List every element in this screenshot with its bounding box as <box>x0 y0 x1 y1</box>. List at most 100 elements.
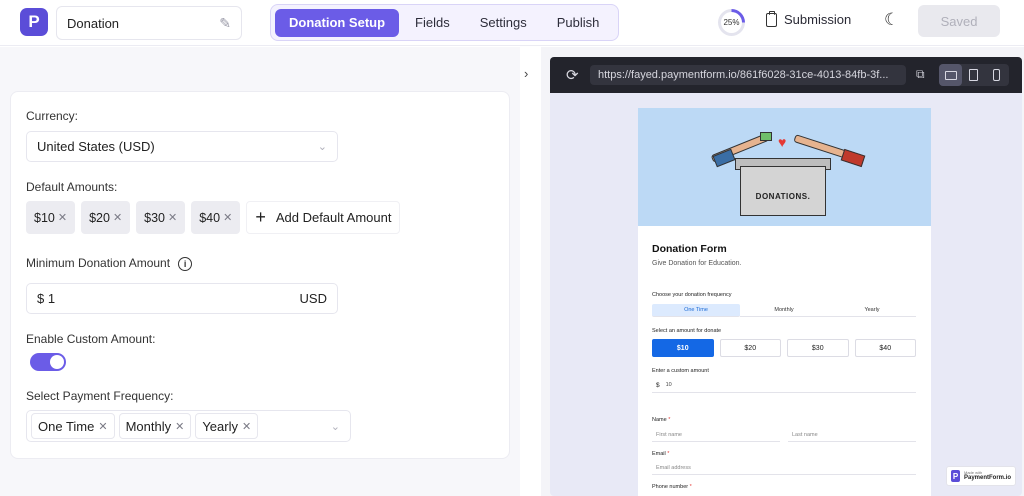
frequency-option[interactable]: Monthly <box>740 304 828 317</box>
form-subtitle: Give Donation for Education. <box>652 260 742 267</box>
frequency-option[interactable]: Yearly <box>828 304 916 317</box>
frequency-chip: Monthly ✕ <box>118 413 192 439</box>
remove-x-icon[interactable]: ✕ <box>168 211 177 224</box>
hero-illustration: ♥ DONATIONS. <box>638 108 931 226</box>
minimum-amount-input[interactable]: $ 1 USD <box>26 283 338 314</box>
mobile-icon <box>993 69 1000 81</box>
chip-label: $20 <box>89 210 110 225</box>
chevron-right-icon[interactable]: › <box>524 66 528 81</box>
default-amounts-list: $10 ✕ $20 ✕ $30 ✕ $40 ✕ + Add Default Amount <box>26 201 401 234</box>
tablet-view-button[interactable] <box>962 64 985 86</box>
edit-pencil-icon[interactable]: ✎ <box>219 15 231 32</box>
donation-box-text: DONATIONS. <box>755 192 811 201</box>
tab-publish[interactable]: Publish <box>543 9 614 37</box>
form-name-field[interactable]: Donation ✎ <box>56 6 242 40</box>
preview-url[interactable]: https://fayed.paymentform.io/861f6028-31… <box>590 65 906 85</box>
made-with-text: Made with PaymentForm.io <box>964 471 1011 482</box>
chip-label: $40 <box>199 210 221 225</box>
app-logo[interactable]: P <box>20 8 48 36</box>
heart-icon: ♥ <box>778 134 787 150</box>
custom-prefix: $ <box>656 381 660 389</box>
first-name-input[interactable]: First name <box>652 428 780 442</box>
minimum-donation-label: Minimum Donation Amount i <box>26 256 193 271</box>
chip-label: Monthly <box>125 418 172 434</box>
form-name-text: Donation <box>67 15 120 31</box>
add-default-amount-button[interactable]: + Add Default Amount <box>246 201 401 234</box>
remove-x-icon[interactable]: ✕ <box>175 420 184 433</box>
amount-options: $10 $20 $30 $40 <box>652 339 916 357</box>
add-default-amount-label: Add Default Amount <box>275 210 392 225</box>
amount-option[interactable]: $20 <box>719 339 781 357</box>
toggle-knob <box>50 355 64 369</box>
submission-button[interactable]: Submission <box>766 10 852 27</box>
required-mark: * <box>667 451 670 457</box>
frequency-option[interactable]: One Time <box>652 304 740 317</box>
tablet-icon <box>969 69 978 81</box>
mobile-view-button[interactable] <box>985 64 1008 86</box>
submission-label: Submission <box>784 12 852 27</box>
tab-fields[interactable]: Fields <box>401 9 464 37</box>
required-mark: * <box>689 484 692 490</box>
minimum-prefix: $ <box>37 291 45 306</box>
email-label-text: Email <box>652 451 666 457</box>
made-with-badge[interactable]: P Made with PaymentForm.io <box>946 466 1016 486</box>
desktop-view-button[interactable] <box>939 64 962 86</box>
chip-label: Yearly <box>202 418 238 434</box>
tab-donation-setup[interactable]: Donation Setup <box>275 8 400 37</box>
custom-amount-label: Enable Custom Amount: <box>26 332 156 346</box>
payment-frequency-select[interactable]: One Time ✕ Monthly ✕ Yearly ✕ ⌄ <box>26 410 351 442</box>
remove-x-icon[interactable]: ✕ <box>98 420 107 433</box>
remove-x-icon[interactable]: ✕ <box>58 211 67 224</box>
phone-label: Phone number * <box>652 484 692 490</box>
tab-settings[interactable]: Settings <box>466 9 541 37</box>
custom-amount-input[interactable]: $ 10 <box>652 378 916 393</box>
browser-toolbar: ⟳ https://fayed.paymentform.io/861f6028-… <box>550 57 1022 93</box>
name-label-text: Name <box>652 417 667 423</box>
refresh-icon[interactable]: ⟳ <box>566 66 579 84</box>
saved-button[interactable]: Saved <box>918 5 1000 37</box>
external-link-icon[interactable]: ⧉ <box>916 67 925 82</box>
custom-amount-toggle[interactable] <box>30 353 66 371</box>
default-amount-chip: $30 ✕ <box>136 201 186 234</box>
money-bill-icon <box>760 132 772 141</box>
last-name-input[interactable]: Last name <box>788 428 916 442</box>
remove-x-icon[interactable]: ✕ <box>113 211 122 224</box>
device-switcher <box>939 64 1009 86</box>
progress-ring: 25% <box>718 9 745 36</box>
currency-value: United States (USD) <box>37 139 155 154</box>
email-label: Email * <box>652 451 669 457</box>
required-mark: * <box>668 417 671 423</box>
dark-mode-moon-icon[interactable]: ☾ <box>884 10 899 30</box>
payment-frequency-label: Select Payment Frequency: <box>26 389 174 403</box>
frequency-tabs: One Time Monthly Yearly <box>652 304 916 317</box>
info-icon[interactable]: i <box>178 256 193 271</box>
donation-box <box>740 166 826 216</box>
minimum-value: 1 <box>47 291 56 306</box>
paymentform-logo-icon: P <box>951 470 960 482</box>
custom-value: 10 <box>665 382 672 388</box>
form-preview: ♥ DONATIONS. Donation Form Give Donation… <box>638 108 931 496</box>
plus-icon: + <box>255 207 266 227</box>
amount-question: Select an amount for donate <box>652 328 722 334</box>
minimum-donation-text: Minimum Donation Amount <box>26 256 171 270</box>
remove-x-icon[interactable]: ✕ <box>223 211 232 224</box>
name-fields: First name Last name <box>652 428 916 442</box>
clipboard-icon <box>766 10 777 27</box>
chevron-down-icon: ⌄ <box>330 420 340 433</box>
top-bar: P Donation ✎ Donation Setup Fields Setti… <box>0 0 1024 46</box>
default-amount-chip: $40 ✕ <box>191 201 241 234</box>
email-input[interactable]: Email address <box>652 461 916 475</box>
currency-select[interactable]: United States (USD) ⌄ <box>26 131 338 162</box>
amount-option[interactable]: $10 <box>652 339 714 357</box>
preview-browser: ⟳ https://fayed.paymentform.io/861f6028-… <box>550 57 1022 496</box>
amount-option[interactable]: $40 <box>854 339 916 357</box>
currency-label: Currency: <box>26 109 79 123</box>
custom-amount-question: Enter a custom amount <box>652 368 709 374</box>
phone-label-text: Phone number <box>652 484 689 490</box>
frequency-question: Choose your donation frequency <box>652 292 732 298</box>
chip-label: $30 <box>144 210 166 225</box>
default-amount-chip: $10 ✕ <box>26 201 76 234</box>
amount-option[interactable]: $30 <box>787 339 849 357</box>
remove-x-icon[interactable]: ✕ <box>242 420 251 433</box>
default-amount-chip: $20 ✕ <box>81 201 131 234</box>
